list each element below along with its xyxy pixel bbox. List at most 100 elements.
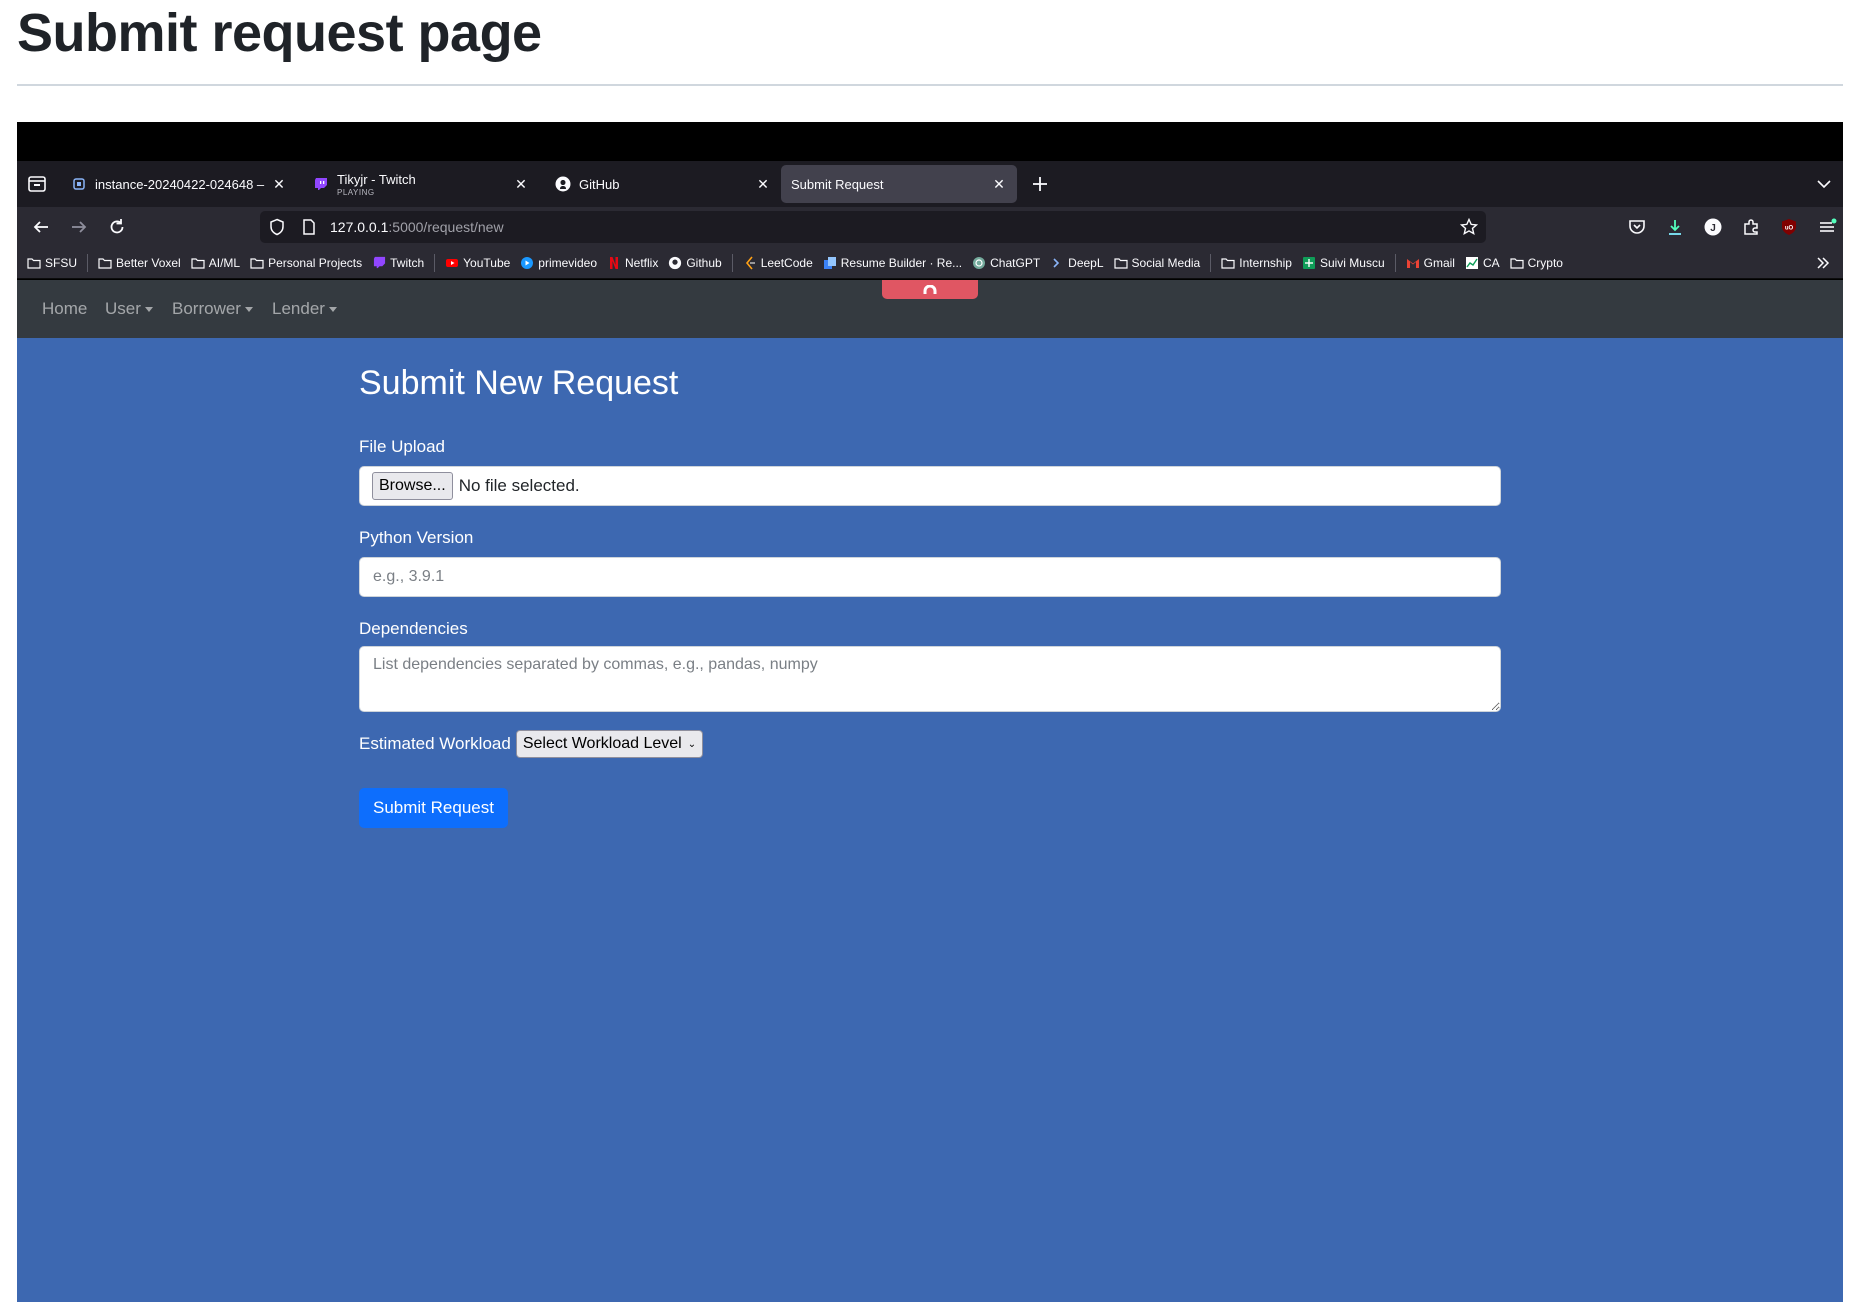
extensions-icon[interactable]: [1741, 217, 1761, 237]
pocket-icon[interactable]: [1627, 217, 1647, 237]
bookmark-item[interactable]: Social Media: [1113, 255, 1201, 270]
page-title: Submit request page: [17, 3, 542, 63]
python-version-label: Python Version: [359, 528, 474, 547]
bookmark-item[interactable]: Github: [668, 255, 722, 270]
python-version-input[interactable]: [359, 557, 1501, 597]
tab-title: Tikyjr - Twitch: [337, 171, 416, 187]
bookmark-label: Internship: [1239, 255, 1292, 270]
bookmarks-toolbar: SFSU Better Voxel AI/ML Personal Projects Tw…: [17, 247, 1843, 279]
bookmark-item[interactable]: LeetCode: [743, 256, 813, 270]
menu-icon[interactable]: [1817, 217, 1837, 237]
bookmark-label: ChatGPT: [990, 255, 1041, 270]
bookmark-item[interactable]: Better Voxel: [98, 256, 181, 270]
bookmark-item[interactable]: Crypto: [1510, 256, 1563, 270]
tab-title: GitHub: [579, 176, 620, 192]
title-divider: [17, 84, 1843, 86]
bookmark-item[interactable]: Twitch: [372, 256, 424, 270]
shield-icon[interactable]: [268, 218, 286, 236]
folder-icon: [250, 256, 264, 270]
tab-instance[interactable]: instance-20240422-024648 – ✕: [61, 165, 297, 203]
account-icon[interactable]: J: [1703, 217, 1723, 237]
bookmark-star-icon[interactable]: [1460, 218, 1478, 236]
bookmark-item[interactable]: Internship: [1221, 256, 1292, 270]
firefox-view-icon[interactable]: [27, 174, 47, 194]
primevideo-icon: [520, 256, 534, 270]
forward-arrow-icon[interactable]: [69, 217, 89, 237]
download-icon[interactable]: [1665, 217, 1685, 237]
tab-github[interactable]: GitHub ✕: [545, 165, 781, 203]
page-icon[interactable]: [300, 218, 318, 236]
bookmark-label: DeepL: [1068, 255, 1104, 270]
browse-button[interactable]: Browse...: [372, 472, 453, 500]
close-tab-icon[interactable]: ✕: [513, 176, 529, 192]
tab-title: instance-20240422-024648 –: [95, 176, 265, 192]
back-arrow-icon[interactable]: [31, 217, 51, 237]
bookmark-label: Github: [686, 255, 722, 270]
folder-icon: [1113, 256, 1128, 270]
address-bar[interactable]: 127.0.0.1:5000/request/new: [260, 211, 1486, 243]
arch-icon: [923, 284, 937, 294]
new-tab-icon[interactable]: [1029, 173, 1051, 195]
submit-request-button[interactable]: Submit Request: [359, 788, 508, 828]
bookmark-separator: [1394, 253, 1396, 272]
bookmark-label: Social Media: [1131, 255, 1201, 270]
github-icon: [668, 256, 682, 270]
caret-down-icon: [144, 306, 153, 312]
chart-icon: [1465, 256, 1479, 270]
caret-down-icon: [244, 306, 253, 312]
close-tab-icon[interactable]: ✕: [991, 176, 1007, 192]
nav-user-dropdown[interactable]: User: [105, 299, 153, 319]
bookmark-item[interactable]: Netflix: [607, 256, 658, 270]
bookmark-item[interactable]: CA: [1465, 256, 1500, 270]
bookmark-item[interactable]: Personal Projects: [250, 256, 362, 270]
gmail-icon: [1406, 256, 1420, 270]
leetcode-icon: [743, 255, 757, 270]
ublock-icon[interactable]: uO: [1779, 217, 1799, 237]
bookmark-item[interactable]: Gmail: [1406, 256, 1455, 270]
dependencies-textarea[interactable]: [359, 646, 1501, 712]
reload-icon[interactable]: [107, 217, 127, 237]
bookmark-label: Crypto: [1527, 255, 1563, 270]
bookmark-label: CA: [1482, 255, 1500, 270]
bookmark-item[interactable]: YouTube: [445, 256, 510, 270]
bookmark-label: Resume Builder · Re...: [840, 255, 963, 270]
caret-down-icon: [328, 306, 337, 312]
nav-home-link[interactable]: Home: [42, 299, 87, 319]
tab-title: Submit Request: [791, 176, 884, 192]
chevron-down-icon[interactable]: [1815, 175, 1833, 193]
dependencies-label: Dependencies: [359, 619, 468, 638]
bookmark-item[interactable]: SFSU: [27, 256, 77, 270]
bookmark-item[interactable]: Resume Builder · Re...: [823, 256, 962, 270]
bookmark-item[interactable]: AI/ML: [191, 256, 240, 270]
sheets-icon: [1302, 256, 1316, 270]
web-page: Home User Borrower Lender Submit New Req…: [17, 280, 1843, 1302]
bookmark-item[interactable]: DeepL: [1050, 255, 1104, 270]
workload-select[interactable]: Select Workload Level ⌄: [515, 730, 704, 758]
tab-playing-label: PLAYING: [337, 187, 375, 197]
bookmark-item[interactable]: Suivi Muscu: [1302, 256, 1385, 270]
bookmark-item[interactable]: ChatGPT: [972, 256, 1040, 270]
bookmark-label: Better Voxel: [116, 255, 181, 270]
tab-twitch[interactable]: Tikyjr - Twitch PLAYING ✕: [303, 165, 539, 203]
workload-label: Estimated Workload: [359, 734, 511, 753]
close-tab-icon[interactable]: ✕: [271, 176, 287, 192]
bookmark-separator: [731, 253, 733, 272]
nav-borrower-dropdown[interactable]: Borrower: [172, 299, 253, 319]
file-upload-label: File Upload: [359, 437, 445, 456]
twitch-icon: [313, 176, 329, 192]
bookmark-item[interactable]: primevideo: [520, 256, 597, 270]
file-upload-input[interactable]: Browse... No file selected.: [359, 466, 1501, 506]
bookmark-label: SFSU: [45, 255, 78, 270]
resume-icon: [823, 256, 837, 270]
chevron-double-right-icon[interactable]: [1815, 255, 1831, 271]
form-title: Submit New Request: [359, 364, 679, 402]
bookmark-label: Suivi Muscu: [1319, 255, 1385, 270]
file-status: No file selected.: [458, 476, 580, 495]
toolbar-pull-tab[interactable]: [882, 280, 978, 299]
tab-submit-request[interactable]: Submit Request ✕: [781, 165, 1017, 203]
nav-lender-dropdown[interactable]: Lender: [272, 299, 337, 319]
close-tab-icon[interactable]: ✕: [755, 176, 771, 192]
github-icon: [555, 176, 571, 192]
browser-toolbar: 127.0.0.1:5000/request/new J uO: [17, 207, 1843, 247]
folder-icon: [191, 256, 205, 270]
